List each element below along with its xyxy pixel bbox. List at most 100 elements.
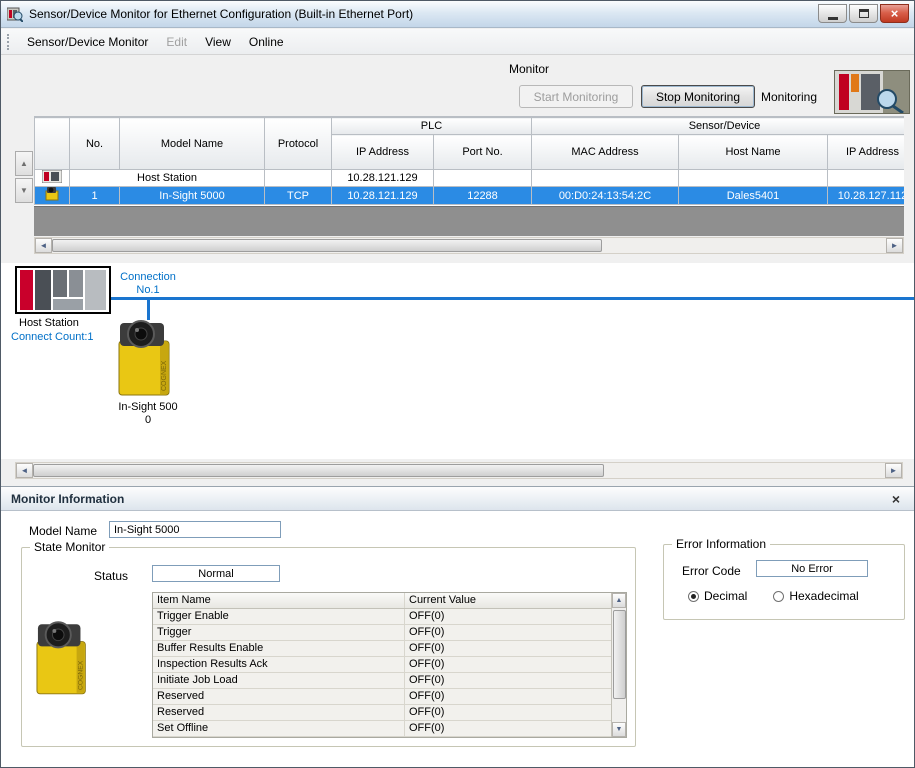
table-row-host-station[interactable]: Host Station 10.28.121.129 — [35, 170, 905, 187]
item-row[interactable]: Inspection Results Ack OFF(0) — [153, 657, 611, 673]
host-station-icon — [42, 170, 62, 183]
scrollbar-thumb[interactable] — [613, 610, 626, 699]
col-group-sensor-device: Sensor/Device — [532, 118, 905, 135]
scrollbar-thumb[interactable] — [52, 239, 602, 252]
scroll-up-button[interactable]: ▲ — [612, 593, 626, 608]
menu-sensor-device-monitor[interactable]: Sensor/Device Monitor — [18, 31, 157, 53]
scroll-right-button[interactable]: ► — [886, 238, 903, 253]
scroll-left-button[interactable]: ◄ — [35, 238, 52, 253]
cell-ip — [828, 170, 905, 187]
cell-no: 1 — [70, 187, 120, 205]
table-row-device-1[interactable]: 1 In-Sight 5000 TCP 10.28.121.129 12288 … — [35, 187, 905, 205]
menu-edit: Edit — [157, 31, 196, 53]
item-name: Initiate Job Load — [153, 673, 405, 688]
item-value: OFF(0) — [405, 673, 611, 688]
radio-hexadecimal-label: Hexadecimal — [789, 589, 858, 603]
item-value: OFF(0) — [405, 705, 611, 720]
item-row[interactable]: Buffer Results Enable OFF(0) — [153, 641, 611, 657]
monitoring-status-image — [834, 70, 910, 114]
radio-decimal-label: Decimal — [704, 589, 747, 603]
menu-online[interactable]: Online — [240, 31, 293, 53]
model-name-field[interactable]: In-Sight 5000 — [109, 521, 281, 538]
col-item-name: Item Name — [153, 593, 405, 608]
cell-protocol — [265, 170, 332, 187]
item-value: OFF(0) — [405, 625, 611, 640]
monitoring-status-label: Monitoring — [761, 90, 817, 104]
item-value: OFF(0) — [405, 657, 611, 672]
device-table: No. Model Name Protocol PLC Sensor/Devic… — [34, 116, 904, 206]
scrollbar-track[interactable] — [33, 463, 885, 478]
cell-host: Dales5401 — [679, 187, 828, 205]
col-port-no: Port No. — [434, 135, 532, 170]
maximize-button[interactable] — [849, 4, 878, 23]
cell-mac: 00:D0:24:13:54:2C — [532, 187, 679, 205]
col-protocol: Protocol — [265, 118, 332, 170]
items-header-row: Item Name Current Value — [153, 593, 611, 609]
toolbar-grip — [7, 34, 12, 50]
move-row-down-button[interactable]: ▼ — [15, 178, 33, 203]
stop-monitoring-button[interactable]: Stop Monitoring — [641, 85, 755, 108]
item-row[interactable]: Trigger Enable OFF(0) — [153, 609, 611, 625]
scroll-down-button[interactable]: ▼ — [612, 722, 626, 737]
item-row[interactable]: Reserved OFF(0) — [153, 689, 611, 705]
radio-hexadecimal[interactable]: Hexadecimal — [773, 589, 858, 603]
camera-icon — [45, 187, 60, 201]
close-button[interactable]: × — [880, 4, 909, 23]
item-name: Inspection Results Ack — [153, 657, 405, 672]
col-host-name: Host Name — [679, 135, 828, 170]
panel-close-button[interactable]: × — [888, 491, 904, 507]
diagram-horizontal-scrollbar[interactable]: ◄ ► — [15, 462, 903, 479]
col-current-value: Current Value — [405, 593, 611, 608]
item-row[interactable]: Initiate Job Load OFF(0) — [153, 673, 611, 689]
app-icon — [7, 6, 23, 22]
cell-model: Host Station — [70, 170, 265, 187]
scrollbar-track[interactable] — [52, 238, 886, 253]
error-code-label: Error Code — [682, 564, 741, 578]
minimize-button[interactable] — [818, 4, 847, 23]
scroll-right-button[interactable]: ► — [885, 463, 902, 478]
col-icon — [35, 118, 70, 170]
in-sight-camera-node[interactable]: COGNEX — [117, 319, 179, 399]
svg-text:COGNEX: COGNEX — [161, 360, 168, 391]
col-group-plc: PLC — [332, 118, 532, 135]
cell-plc-ip: 10.28.121.129 — [332, 170, 434, 187]
menu-view[interactable]: View — [196, 31, 240, 53]
table-empty-area — [34, 206, 904, 236]
radio-decimal-dot — [688, 591, 699, 602]
state-monitor-group: State Monitor Status Normal COGNEX Item — [21, 547, 636, 747]
maximize-icon — [859, 9, 869, 18]
network-trunk-line — [111, 297, 914, 300]
move-row-up-button[interactable]: ▲ — [15, 151, 33, 176]
item-name: Set Offline — [153, 721, 405, 736]
cell-host — [679, 170, 828, 187]
network-diagram: Connection No.1 COGNEX Host Station Conn… — [1, 263, 914, 459]
app-window: Sensor/Device Monitor for Ethernet Confi… — [0, 0, 915, 768]
window-title: Sensor/Device Monitor for Ethernet Confi… — [29, 7, 413, 21]
items-vertical-scrollbar[interactable]: ▲ ▼ — [611, 593, 626, 737]
network-drop-line — [147, 300, 150, 320]
panel-title: Monitor Information — [11, 492, 124, 506]
title-bar: Sensor/Device Monitor for Ethernet Confi… — [1, 1, 914, 28]
menu-bar: Sensor/Device Monitor Edit View Online — [1, 29, 914, 55]
status-label: Status — [94, 569, 128, 583]
start-monitoring-button: Start Monitoring — [519, 85, 633, 108]
item-name: Reserved — [153, 705, 405, 720]
scroll-left-button[interactable]: ◄ — [16, 463, 33, 478]
item-value: OFF(0) — [405, 689, 611, 704]
item-row[interactable]: Reserved OFF(0) — [153, 705, 611, 721]
scrollbar-track[interactable] — [612, 608, 626, 722]
radio-hexadecimal-dot — [773, 591, 784, 602]
item-row[interactable]: Set Offline OFF(0) — [153, 721, 611, 737]
table-horizontal-scrollbar[interactable]: ◄ ► — [34, 237, 904, 254]
item-name: Reserved — [153, 689, 405, 704]
item-value: OFF(0) — [405, 721, 611, 736]
scrollbar-thumb[interactable] — [33, 464, 604, 477]
error-information-group: Error Information Error Code No Error De… — [663, 544, 905, 620]
minimize-icon — [828, 17, 838, 20]
error-information-legend: Error Information — [672, 537, 770, 551]
radio-decimal[interactable]: Decimal — [688, 589, 747, 603]
col-plc-ip-address: IP Address — [332, 135, 434, 170]
device-thumbnail-image: COGNEX — [36, 612, 94, 706]
item-row[interactable]: Trigger OFF(0) — [153, 625, 611, 641]
host-station-node[interactable] — [15, 266, 111, 314]
